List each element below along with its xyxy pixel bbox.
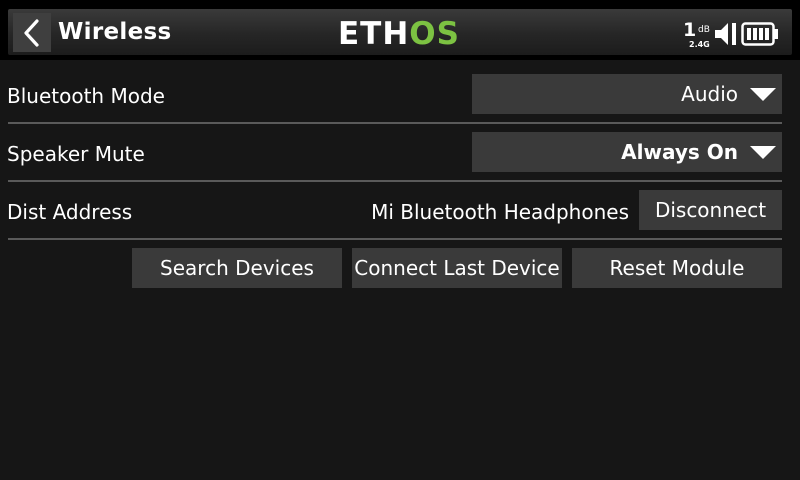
speaker-mute-label: Speaker Mute [7,142,145,166]
back-button[interactable] [13,13,51,52]
battery-icon [741,22,778,46]
device-name: Mi Bluetooth Headphones [371,200,629,224]
bluetooth-mode-select[interactable]: Audio [472,74,782,114]
speaker-mute-value: Always On [621,140,738,164]
divider [8,180,782,182]
reset-module-button[interactable]: Reset Module [572,248,782,288]
disconnect-button[interactable]: Disconnect [639,190,782,230]
chevron-left-icon [24,19,39,47]
divider [8,238,782,240]
dist-address-label: Dist Address [7,200,133,224]
rssi-unit: dB [698,25,710,35]
rssi-value: 1 [683,19,697,41]
divider [8,122,782,124]
connect-last-device-button[interactable]: Connect Last Device [352,248,562,288]
dropdown-arrow-icon [750,146,776,159]
speaker-mute-select[interactable]: Always On [472,132,782,172]
search-devices-button[interactable]: Search Devices [132,248,342,288]
ethos-logo: ETHOS [338,16,460,52]
page-title: Wireless [58,19,172,45]
bluetooth-mode-label: Bluetooth Mode [7,84,165,108]
rssi-band: 2.4G [689,40,710,49]
speaker-icon[interactable] [713,21,739,47]
dropdown-arrow-icon [750,88,776,101]
header-bar: Wireless ETHOS 1 dB 2.4G [0,0,800,60]
bluetooth-mode-value: Audio [681,82,738,106]
